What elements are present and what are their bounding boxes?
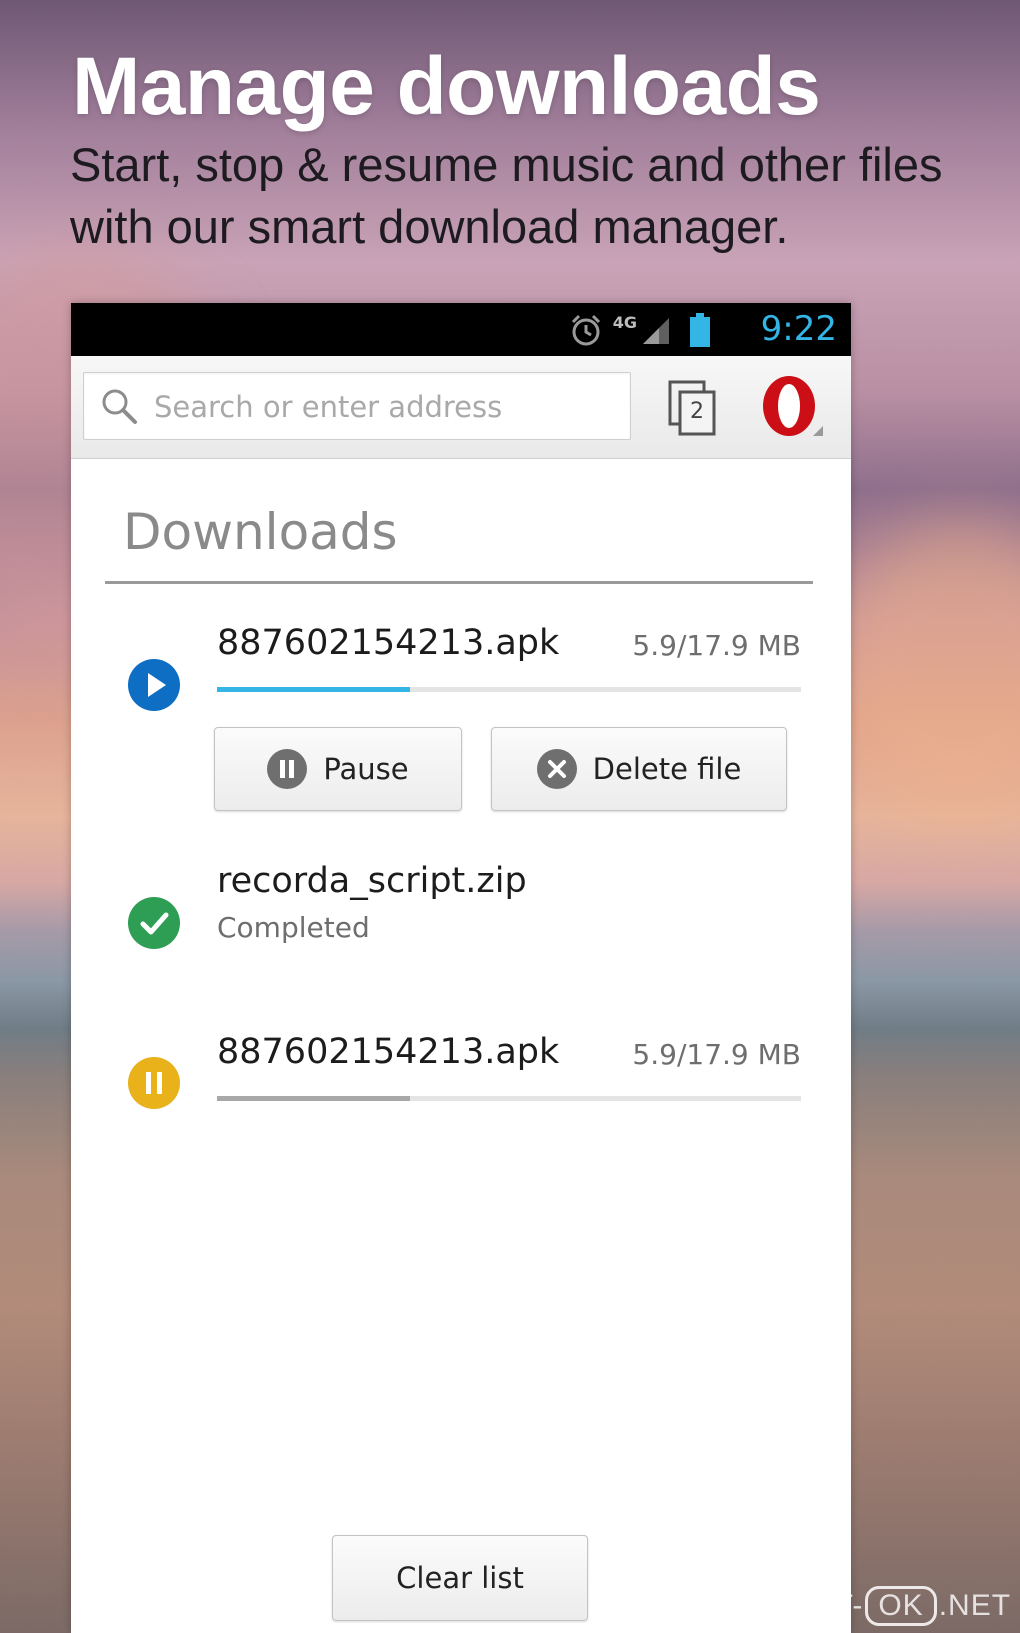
status-bar: 4G 9:22: [71, 303, 851, 356]
status-icons: 4G: [569, 313, 711, 347]
file-name: 887602154213.apk: [217, 1032, 560, 1072]
downloads-heading: Downloads: [123, 503, 398, 561]
pause-circle-icon: [267, 749, 308, 789]
watermark-prefix: SOFT-: [770, 1589, 864, 1622]
play-icon[interactable]: [128, 659, 180, 711]
hero-subtitle: Start, stop & resume music and other fil…: [70, 138, 943, 253]
address-bar[interactable]: [83, 372, 631, 440]
pause-button[interactable]: Pause: [214, 727, 462, 811]
progress-fill: [217, 1096, 410, 1101]
download-item[interactable]: 887602154213.apk 5.9/17.9 MB Pause Delet…: [71, 623, 851, 853]
close-circle-icon: [536, 749, 577, 789]
file-name: 887602154213.apk: [217, 623, 560, 663]
download-item[interactable]: recorda_script.zip Completed: [71, 861, 851, 981]
signal-icon: [643, 318, 669, 344]
file-size: 5.9/17.9 MB: [632, 629, 801, 662]
battery-icon: [690, 313, 710, 347]
progress-bar: [217, 687, 801, 692]
tabs-button[interactable]: 2: [666, 378, 722, 438]
clear-list-button[interactable]: Clear list: [332, 1535, 588, 1621]
pause-label: Pause: [323, 752, 409, 786]
status-time: 9:22: [760, 309, 837, 349]
watermark-mark: OK: [865, 1586, 937, 1626]
alarm-icon: [571, 314, 600, 346]
watermark-suffix: .NET: [938, 1589, 1012, 1622]
hero-title: Manage downloads: [72, 41, 821, 132]
search-input[interactable]: [152, 383, 616, 431]
opera-logo-icon: [763, 376, 823, 436]
file-name: recorda_script.zip: [217, 861, 527, 901]
progress-bar: [217, 1096, 801, 1101]
delete-label: Delete file: [592, 752, 742, 786]
browser-toolbar: 2: [71, 356, 851, 459]
file-size: 5.9/17.9 MB: [632, 1038, 801, 1071]
opera-menu-button[interactable]: [759, 374, 825, 440]
search-icon: [102, 389, 137, 424]
download-status: Completed: [217, 911, 370, 944]
progress-fill: [217, 687, 410, 692]
tab-count: 2: [690, 399, 704, 424]
site-watermark: SOFT- OK .NET: [770, 1586, 1011, 1626]
heading-divider: [105, 581, 813, 584]
background-sunset-glow: [830, 520, 1020, 820]
download-item[interactable]: 887602154213.apk 5.9/17.9 MB: [71, 1032, 851, 1132]
delete-file-button[interactable]: Delete file: [491, 727, 787, 811]
check-icon: [128, 897, 180, 949]
network-type: 4G: [612, 313, 637, 332]
pause-icon[interactable]: [128, 1057, 180, 1109]
phone-screen: 4G 9:22 2: [71, 303, 851, 1633]
